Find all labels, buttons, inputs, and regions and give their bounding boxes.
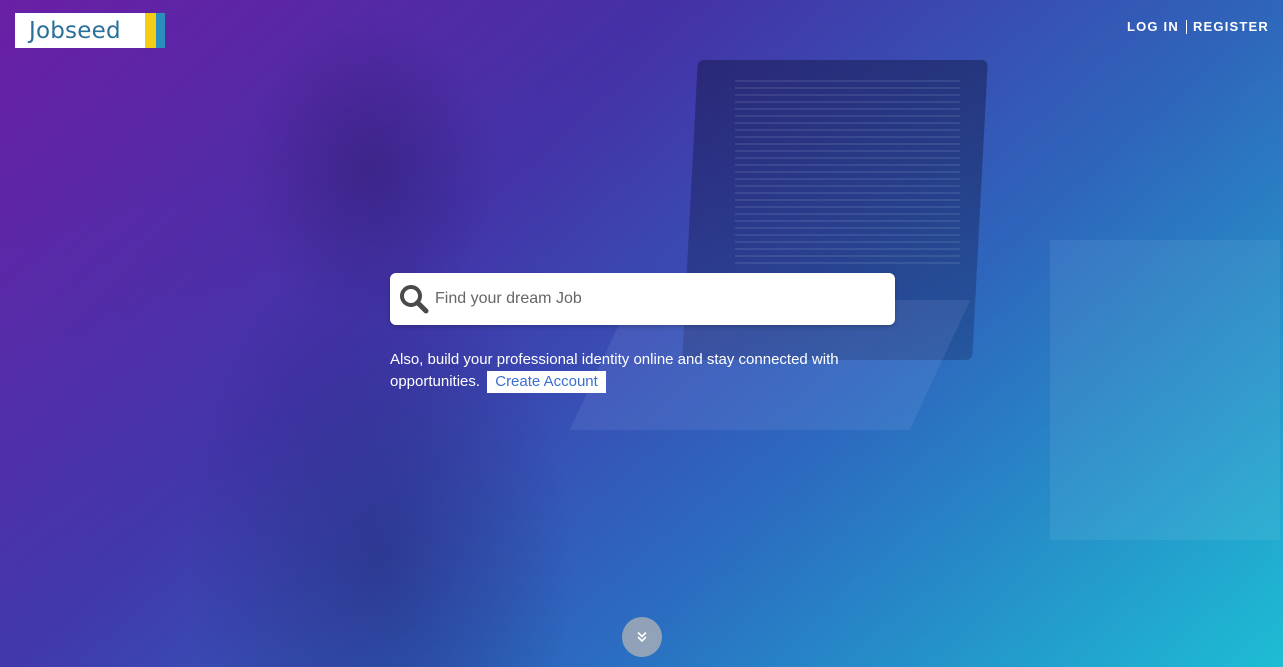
background-device	[1050, 240, 1280, 540]
site-logo[interactable]: Jobseed	[15, 13, 165, 48]
logo-blue-bar	[156, 13, 165, 48]
tagline-text: Also, build your professional identity o…	[390, 351, 839, 390]
logo-yellow-bar	[145, 13, 156, 48]
hero-section: Jobseed LOG IN REGISTER Also, build your…	[0, 0, 1283, 667]
logo-text: Jobseed	[29, 17, 121, 44]
background-laptop-screen	[735, 80, 960, 265]
search-box	[390, 273, 895, 325]
nav-divider	[1185, 19, 1187, 34]
double-chevron-down-icon	[637, 631, 647, 643]
tagline: Also, build your professional identity o…	[390, 349, 890, 393]
login-link[interactable]: LOG IN	[1127, 19, 1179, 34]
background-person	[180, 0, 600, 667]
scroll-down-button[interactable]	[622, 617, 662, 657]
search-icon[interactable]	[398, 283, 430, 315]
register-link[interactable]: REGISTER	[1193, 19, 1269, 34]
top-nav: LOG IN REGISTER	[1127, 19, 1269, 34]
create-account-button[interactable]: Create Account	[487, 371, 606, 393]
search-input[interactable]	[435, 279, 895, 319]
